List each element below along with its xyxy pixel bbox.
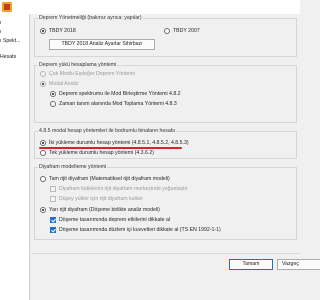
response-spectrum-label: Deprem spektrumu ile Mod Birleştirme Yön…: [59, 91, 181, 97]
basement-method-group-title: 4.8.5 modal hesap yöntemleri ile bodruml…: [38, 128, 177, 134]
equivalent-load-label: Çok Modlu Eşdeğer Deprem Yöntemi: [49, 71, 135, 77]
ok-button[interactable]: Tamam: [229, 259, 273, 270]
time-history-label: Zaman tanım alanında Mod Toplama Yöntemi…: [59, 101, 177, 107]
vertical-load-rigid-checkbox[interactable]: [50, 196, 56, 202]
modal-analysis-label: Modal Analiz: [49, 81, 79, 87]
cancel-button[interactable]: Vazgeç: [277, 259, 320, 270]
rigid-diaphragm-radio[interactable]: [40, 176, 46, 182]
slab-in-plane-forces-label: Döşeme tasarımında düzlem içi kuvvetleri…: [59, 227, 221, 233]
tbdy2018-label: TBDY 2018: [49, 28, 76, 34]
tbdy2018-radio[interactable]: [40, 28, 46, 34]
time-history-radio[interactable]: [50, 101, 56, 107]
tbdy2007-label: TBDY 2007: [173, 28, 200, 34]
response-spectrum-radio[interactable]: [50, 91, 56, 97]
sidebar-item[interactable]: ı: [0, 29, 1, 35]
single-loading-case-radio[interactable]: [40, 150, 46, 156]
load-method-group-title: Deprem yükü hesaplama yöntemi: [38, 62, 118, 68]
app-icon: [2, 2, 12, 12]
slab-seismic-effects-checkbox[interactable]: [50, 217, 56, 223]
slab-seismic-effects-label: Döşeme tasarımında deprem etkilerini dik…: [59, 217, 171, 223]
two-loading-case-label: İki yükleme durumlu hesap yöntemi (4.8.5…: [49, 140, 189, 146]
single-loading-case-label: Tek yükleme durumlu hesap yöntemi (4.3.6…: [49, 150, 154, 156]
highlight-underline: [39, 147, 182, 149]
footer-separator: [31, 253, 300, 254]
sidebar: ı ı ı Spekt... Hesabı: [0, 14, 30, 300]
tbdy2007-radio[interactable]: [164, 28, 170, 34]
equivalent-load-radio[interactable]: [40, 71, 46, 77]
vertical-load-rigid-label: Düşey yükler için rijit diyafram kullan: [59, 196, 143, 202]
two-loading-case-radio[interactable]: [40, 140, 46, 146]
semi-rigid-diaphragm-radio[interactable]: [40, 207, 46, 213]
analysis-settings-wizard-button[interactable]: TBDY 2018 Analiz Ayarlar Sihirbazı: [49, 39, 155, 50]
sidebar-item[interactable]: Hesabı: [0, 54, 16, 60]
lump-mass-checkbox[interactable]: [50, 186, 56, 192]
sidebar-item[interactable]: ı: [0, 20, 1, 26]
diaphragm-group-title: Diyafram modelleme yöntemi: [38, 164, 108, 170]
settings-panel: Deprem Yönetmeliği (bakınız ayrıca: yapı…: [31, 14, 300, 300]
rigid-diaphragm-label: Tam rijit diyafram (Matematiksel rijit d…: [49, 176, 170, 182]
modal-analysis-radio[interactable]: [40, 81, 46, 87]
title-bar: [0, 0, 300, 14]
regulation-group: [34, 18, 297, 57]
lump-mass-label: Diyafram kütlelerini rijit diyafram merk…: [59, 186, 188, 192]
sidebar-item[interactable]: ı Spekt...: [0, 38, 20, 44]
regulation-group-title: Deprem Yönetmeliği (bakınız ayrıca: yapı…: [38, 15, 143, 21]
slab-in-plane-forces-checkbox[interactable]: [50, 227, 56, 233]
semi-rigid-diaphragm-label: Yarı rijit diyafram (Döşeme birlikte ana…: [49, 207, 160, 213]
